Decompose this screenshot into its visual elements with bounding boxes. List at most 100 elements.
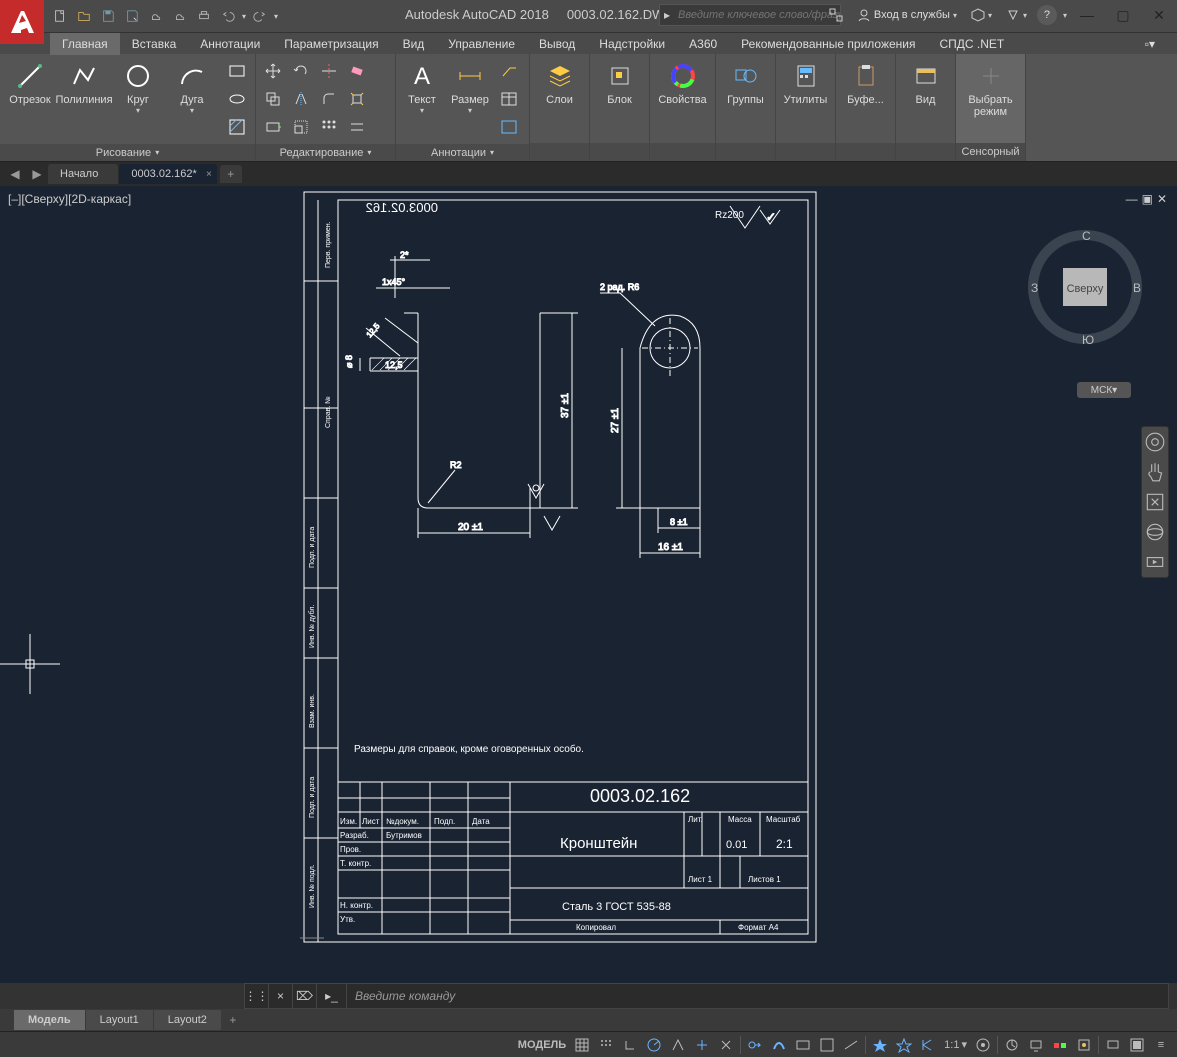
- layout-add-button[interactable]: +: [222, 1011, 244, 1029]
- sb-grid-icon[interactable]: [570, 1033, 594, 1057]
- signin-button[interactable]: Вход в службы▾: [853, 4, 961, 26]
- sb-ws-icon[interactable]: [971, 1033, 995, 1057]
- cmd-handle-icon[interactable]: ⋮⋮: [245, 984, 269, 1008]
- sb-ws-switch-icon[interactable]: [1000, 1033, 1024, 1057]
- minimize-button[interactable]: —: [1069, 0, 1105, 30]
- arc-button[interactable]: Дуга▾: [166, 58, 218, 115]
- tab-output[interactable]: Вывод: [527, 33, 587, 55]
- viewcube[interactable]: С Ю В З Сверху: [1025, 222, 1145, 352]
- orbit-icon[interactable]: [1144, 521, 1166, 543]
- rotate-icon[interactable]: [288, 58, 314, 84]
- pan-icon[interactable]: [1144, 461, 1166, 483]
- leader-icon[interactable]: [496, 58, 522, 84]
- vp-close-icon[interactable]: ✕: [1157, 192, 1167, 206]
- sb-polar-icon[interactable]: [642, 1033, 666, 1057]
- line-button[interactable]: Отрезок: [4, 58, 56, 106]
- view-button[interactable]: Вид: [900, 58, 951, 106]
- rectangle-icon[interactable]: [224, 58, 250, 84]
- copy-icon[interactable]: [260, 86, 286, 112]
- sb-3dosnap-icon[interactable]: [714, 1033, 738, 1057]
- a360-icon[interactable]: [825, 4, 847, 26]
- scale-icon[interactable]: [288, 114, 314, 140]
- tab-spds[interactable]: СПДС .NET: [928, 33, 1017, 55]
- panel-title-annotation[interactable]: Аннотации ▾: [396, 144, 529, 161]
- tab-manage[interactable]: Управление: [436, 33, 527, 55]
- tab-a360[interactable]: A360: [677, 33, 729, 55]
- sb-snap-icon[interactable]: [594, 1033, 618, 1057]
- hatch-icon[interactable]: [224, 114, 250, 140]
- sb-dyninput-icon[interactable]: [743, 1033, 767, 1057]
- offset-icon[interactable]: [344, 114, 370, 140]
- erase-icon[interactable]: [344, 58, 370, 84]
- exchange-icon[interactable]: ▾: [967, 4, 996, 26]
- explode-icon[interactable]: [344, 86, 370, 112]
- sb-customize-icon[interactable]: ≡: [1149, 1033, 1173, 1057]
- drawing-canvas[interactable]: [–][Сверху][2D-каркас] — ▣ ✕: [0, 186, 1177, 983]
- cmd-close-icon[interactable]: ×: [269, 984, 293, 1008]
- search-input[interactable]: [674, 9, 840, 21]
- sb-annoscale-icon[interactable]: [916, 1033, 940, 1057]
- tab-featured[interactable]: Рекомендованные приложения: [729, 33, 927, 55]
- sb-filter-icon[interactable]: [1072, 1033, 1096, 1057]
- utilities-button[interactable]: Утилиты: [780, 58, 831, 106]
- fillet-icon[interactable]: [316, 86, 342, 112]
- array-icon[interactable]: [316, 114, 342, 140]
- groups-button[interactable]: Группы: [720, 58, 771, 106]
- cmd-customize-icon[interactable]: ⌦: [293, 984, 317, 1008]
- sb-annomonitor-icon[interactable]: [892, 1033, 916, 1057]
- touch-mode-button[interactable]: Выбратьрежим: [960, 58, 1021, 118]
- help-icon[interactable]: ?: [1037, 5, 1057, 25]
- sb-osnap-icon[interactable]: [690, 1033, 714, 1057]
- command-line[interactable]: ⋮⋮ × ⌦ ▸_ Введите команду: [244, 983, 1169, 1009]
- ribbon-collapse-icon[interactable]: ▫▾: [1133, 33, 1167, 55]
- wcs-badge[interactable]: МСК ▾: [1077, 382, 1131, 398]
- sb-model[interactable]: МОДЕЛЬ: [514, 1033, 570, 1057]
- clipboard-button[interactable]: Буфе...: [840, 58, 891, 106]
- tab-addins[interactable]: Надстройки: [587, 33, 677, 55]
- dimension-button[interactable]: Размер▾: [446, 58, 494, 115]
- file-tab-drawing[interactable]: 0003.02.162*×: [119, 164, 216, 184]
- sb-sc-icon[interactable]: [839, 1033, 863, 1057]
- sb-iso-icon[interactable]: [666, 1033, 690, 1057]
- app-logo[interactable]: [0, 0, 44, 44]
- zoom-extents-icon[interactable]: [1144, 491, 1166, 513]
- tab-annotate[interactable]: Аннотации: [188, 33, 272, 55]
- save-icon[interactable]: [98, 6, 118, 26]
- cloud-open-icon[interactable]: [146, 6, 166, 26]
- panel-title-draw[interactable]: Рисование ▾: [0, 144, 255, 161]
- new-tab-button[interactable]: +: [220, 165, 242, 183]
- block-button[interactable]: Блок: [594, 58, 645, 106]
- ellipse-icon[interactable]: [224, 86, 250, 112]
- text-button[interactable]: AТекст▾: [400, 58, 444, 115]
- vp-maximize-icon[interactable]: ▣: [1142, 192, 1153, 206]
- trim-icon[interactable]: [316, 58, 342, 84]
- open-icon[interactable]: [74, 6, 94, 26]
- tab-parametric[interactable]: Параметризация: [272, 33, 390, 55]
- polyline-button[interactable]: Полилиния: [58, 58, 110, 106]
- viewport-label[interactable]: [–][Сверху][2D-каркас]: [8, 192, 131, 206]
- dropdown-icon[interactable]: ▾: [242, 12, 246, 21]
- sb-scale[interactable]: 1:1 ▾: [940, 1033, 971, 1057]
- mtext-icon[interactable]: [496, 114, 522, 140]
- sb-ortho-icon[interactable]: [618, 1033, 642, 1057]
- tab-nav-right-icon[interactable]: ▶: [26, 164, 48, 184]
- steering-wheel-icon[interactable]: [1144, 431, 1166, 453]
- layout-tab-1[interactable]: Layout1: [86, 1010, 153, 1030]
- sb-cleanscreen-icon[interactable]: [1125, 1033, 1149, 1057]
- table-icon[interactable]: [496, 86, 522, 112]
- sb-tpy-icon[interactable]: [791, 1033, 815, 1057]
- close-icon[interactable]: ×: [206, 169, 212, 180]
- tab-home[interactable]: Главная: [50, 33, 120, 55]
- sb-infer-icon[interactable]: [868, 1033, 892, 1057]
- circle-button[interactable]: Круг▾: [112, 58, 164, 115]
- command-input[interactable]: Введите команду: [347, 989, 1168, 1003]
- panel-title-modify[interactable]: Редактирование ▾: [256, 144, 395, 161]
- tab-nav-left-icon[interactable]: ◀: [4, 164, 26, 184]
- new-icon[interactable]: [50, 6, 70, 26]
- layers-button[interactable]: Слои: [534, 58, 585, 106]
- mirror-icon[interactable]: [288, 86, 314, 112]
- stretch-icon[interactable]: [260, 114, 286, 140]
- sb-qp-icon[interactable]: [815, 1033, 839, 1057]
- layout-tab-2[interactable]: Layout2: [154, 1010, 221, 1030]
- dropdown-icon[interactable]: ▾: [1063, 11, 1067, 20]
